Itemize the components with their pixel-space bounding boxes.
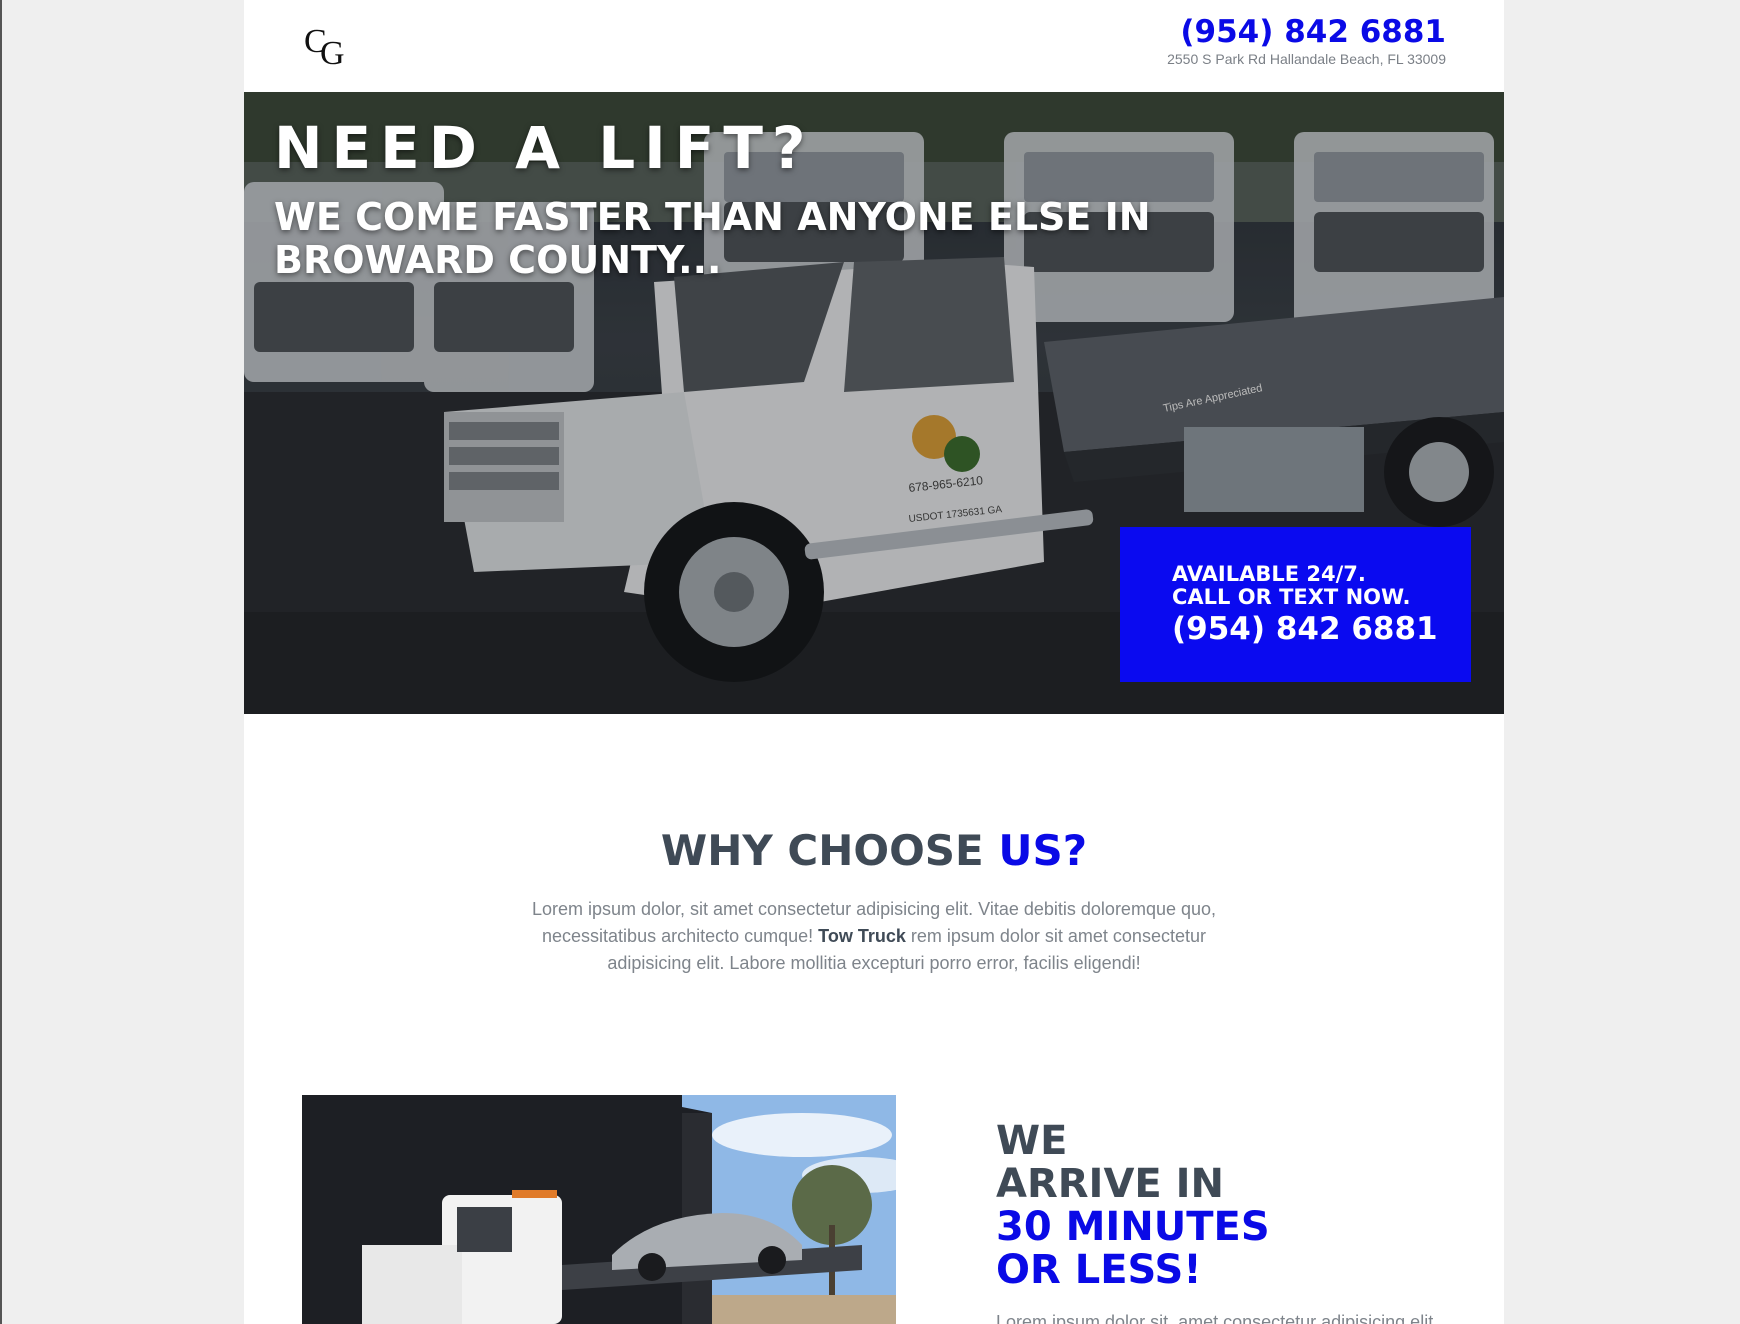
- feature-heading: WE ARRIVE IN 30 MINUTES OR LESS!: [996, 1120, 1446, 1292]
- cta-phone-link[interactable]: (954) 842 6881: [1172, 611, 1438, 647]
- site-header: C G (954) 842 6881 2550 S Park Rd Hallan…: [244, 0, 1504, 92]
- cta-call-text: CALL OR TEXT NOW.: [1172, 585, 1411, 609]
- page: C G (954) 842 6881 2550 S Park Rd Hallan…: [244, 0, 1504, 1324]
- svg-text:G: G: [320, 35, 345, 70]
- cg-logo[interactable]: C G: [302, 20, 352, 70]
- why-text-bold: Tow Truck: [818, 926, 906, 946]
- why-title-main: WHY CHOOSE: [660, 826, 984, 875]
- feature-title-line2: ARRIVE IN: [996, 1161, 1225, 1207]
- feature-tow-truck-photo: [302, 1095, 896, 1324]
- why-choose-heading: WHY CHOOSE US?: [244, 826, 1504, 875]
- feature-title-line1: WE: [996, 1118, 1068, 1164]
- header-phone-link[interactable]: (954) 842 6881: [1180, 14, 1446, 50]
- window-edge: [0, 0, 2, 1324]
- cta-box[interactable]: AVAILABLE 24/7. CALL OR TEXT NOW. (954) …: [1120, 527, 1471, 682]
- hero-banner: 678-965-6210 USDOT 1735631 GA Tips Are A…: [244, 92, 1504, 714]
- hero-subtitle: WE COME FASTER THAN ANYONE ELSE IN BROWA…: [274, 195, 1151, 282]
- cta-availability: AVAILABLE 24/7.: [1172, 562, 1366, 586]
- hero-title: NEED A LIFT?: [274, 114, 815, 182]
- feature-title-accent1: 30 MINUTES: [996, 1204, 1270, 1250]
- feature-text: Lorem ipsum dolor sit, amet consectetur …: [996, 1312, 1434, 1324]
- why-title-accent: US?: [998, 826, 1088, 875]
- header-address: 2550 S Park Rd Hallandale Beach, FL 3300…: [1167, 51, 1446, 67]
- feature-title-accent2: OR LESS!: [996, 1247, 1202, 1293]
- why-choose-text: Lorem ipsum dolor, sit amet consectetur …: [514, 896, 1234, 977]
